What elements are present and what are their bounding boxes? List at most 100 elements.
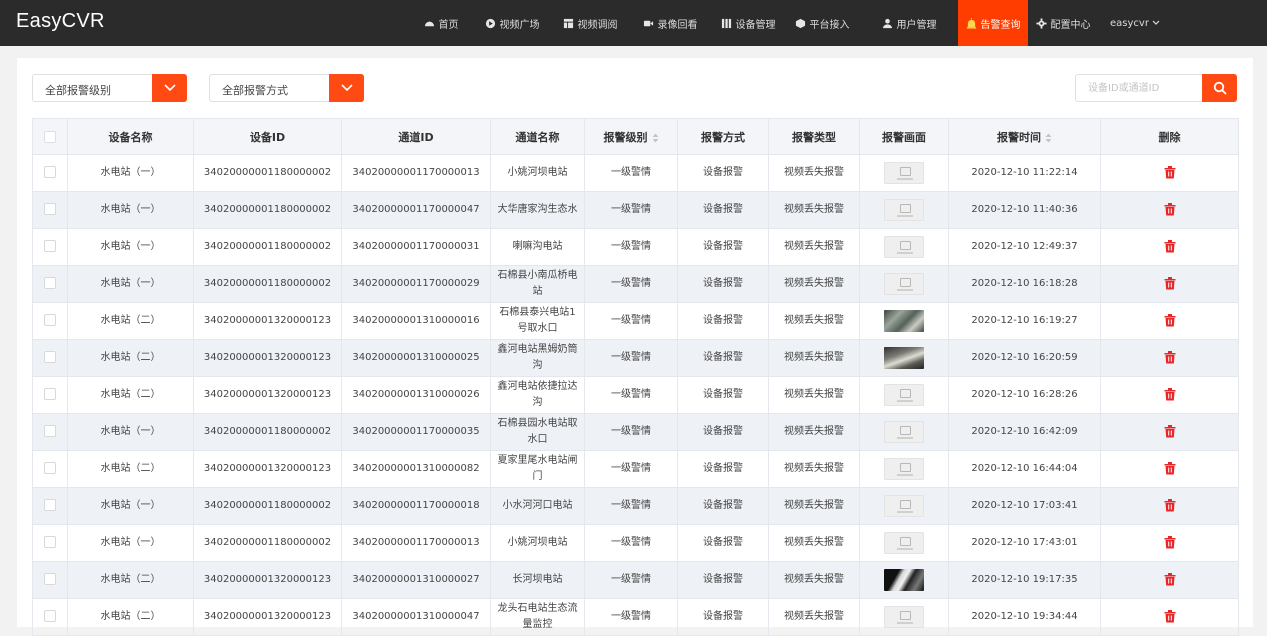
row-checkbox[interactable] [44,499,56,511]
alarm-snapshot-thumbnail[interactable] [884,384,924,406]
alarm-snapshot-thumbnail[interactable] [884,421,924,443]
table-row[interactable]: 水电站（二） 34020000001320000123 34020000001310… [32,450,1239,488]
alarm-snapshot-thumbnail[interactable] [884,310,924,332]
alarm-level-cell: 一级警情 [584,154,678,192]
table-row[interactable]: 水电站（二） 34020000001320000123 34020000001310… [32,561,1239,599]
row-select-cell [32,191,68,229]
row-select-cell [32,598,68,636]
nav-item-1[interactable]: 视频广场 [472,0,552,46]
alarm-snapshot-thumbnail[interactable] [884,162,924,184]
alarm-method-dropdown-button[interactable] [329,74,364,102]
table-row[interactable]: 水电站（一） 34020000001180000002 34020000001170… [32,524,1239,562]
sort-icon[interactable] [652,133,659,143]
row-select-cell [32,413,68,451]
delete-button[interactable] [1164,424,1176,437]
alarm-level-select[interactable]: 全部报警级别 [32,74,187,102]
trash-icon [1164,535,1175,548]
row-checkbox[interactable] [44,166,56,178]
nav-item-5[interactable]: 平台接入 [784,0,860,46]
row-checkbox[interactable] [44,425,56,437]
table-row[interactable]: 水电站（二） 34020000001320000123 34020000001310… [32,339,1239,377]
alarm-image-cell [859,154,949,192]
channel-name-cell: 喇嘛沟电站 [490,228,585,266]
nav-item-4[interactable]: 设备管理 [712,0,784,46]
table-row[interactable]: 水电站（一） 34020000001180000002 34020000001170… [32,154,1239,192]
table-row[interactable]: 水电站（二） 34020000001320000123 34020000001310… [32,598,1239,636]
nav-item-2[interactable]: 视频调阅 [552,0,628,46]
alarm-method-select[interactable]: 全部报警方式 [209,74,364,102]
alarm-level-cell: 一级警情 [584,228,678,266]
delete-button[interactable] [1164,313,1176,326]
nav-item-3[interactable]: 录像回看 [628,0,712,46]
table-row[interactable]: 水电站（二） 34020000001320000123 34020000001310… [32,302,1239,340]
alarm-snapshot-thumbnail[interactable] [884,569,924,591]
search-input[interactable] [1076,75,1204,101]
delete-button[interactable] [1164,387,1176,400]
row-checkbox[interactable] [44,314,56,326]
alarm-type-cell: 视频丢失报警 [768,598,860,636]
delete-button[interactable] [1164,165,1176,178]
alarm-snapshot-thumbnail[interactable] [884,532,924,554]
table-row[interactable]: 水电站（二） 34020000001320000123 34020000001310… [32,376,1239,414]
delete-button[interactable] [1164,276,1176,289]
alarm-icon [966,17,976,29]
row-checkbox[interactable] [44,240,56,252]
alarm-level-dropdown-button[interactable] [152,74,187,102]
alarm-snapshot-thumbnail[interactable] [884,458,924,480]
device-icon [721,18,731,28]
delete-button[interactable] [1164,202,1176,215]
device-name-cell: 水电站（二） [67,302,194,340]
alarm-snapshot-thumbnail[interactable] [884,199,924,221]
table-row[interactable]: 水电站（一） 34020000001180000002 34020000001170… [32,228,1239,266]
search-box [1075,74,1237,102]
app-logo[interactable]: EasyCVR [16,10,105,33]
col-alarm-level[interactable]: 报警级别 [584,118,678,155]
delete-button[interactable] [1164,609,1176,622]
row-checkbox[interactable] [44,536,56,548]
sort-icon[interactable] [1045,133,1052,143]
alarm-snapshot-thumbnail[interactable] [884,273,924,295]
alarm-snapshot-thumbnail[interactable] [884,347,924,369]
device-name-cell: 水电站（一） [67,228,194,266]
alarm-snapshot-thumbnail[interactable] [884,606,924,628]
row-checkbox[interactable] [44,203,56,215]
channel-id-cell: 34020000001310000027 [341,561,491,599]
table-row[interactable]: 水电站（一） 34020000001180000002 34020000001170… [32,413,1239,451]
select-all-cell [32,118,68,155]
nav-item-label: 录像回看 [657,19,698,31]
alarm-method-cell: 设备报警 [677,450,769,488]
delete-button[interactable] [1164,350,1176,363]
nav-item-label: 平台接入 [809,19,850,31]
row-checkbox[interactable] [44,351,56,363]
delete-cell [1100,450,1239,488]
row-checkbox[interactable] [44,462,56,474]
col-alarm-time[interactable]: 报警时间 [948,118,1101,155]
delete-button[interactable] [1164,535,1176,548]
table-row[interactable]: 水电站（一） 34020000001180000002 34020000001170… [32,191,1239,229]
alarm-snapshot-thumbnail[interactable] [884,236,924,258]
row-checkbox[interactable] [44,573,56,585]
select-all-checkbox[interactable] [44,131,56,143]
nav-item-6[interactable]: 用户管理 [860,0,958,46]
row-checkbox[interactable] [44,388,56,400]
user-menu[interactable]: easycvr [1110,0,1160,46]
device-name-cell: 水电站（一） [67,524,194,562]
alarm-time-cell: 2020-12-10 16:20:59 [948,339,1101,377]
table-row[interactable]: 水电站（一） 34020000001180000002 34020000001170… [32,487,1239,525]
search-button[interactable] [1202,74,1237,102]
nav-item-8[interactable]: 配置中心 [1028,0,1098,46]
table-row[interactable]: 水电站（一） 34020000001180000002 34020000001170… [32,265,1239,303]
delete-button[interactable] [1164,239,1176,252]
row-select-cell [32,450,68,488]
channel-name-cell: 石棉县小南瓜桥电站 [490,265,585,303]
alarm-level-cell: 一级警情 [584,450,678,488]
delete-button[interactable] [1164,572,1176,585]
row-checkbox[interactable] [44,277,56,289]
nav-item-0[interactable]: 首页 [410,0,472,46]
alarm-type-cell: 视频丢失报警 [768,228,860,266]
delete-button[interactable] [1164,461,1176,474]
row-checkbox[interactable] [44,610,56,622]
delete-button[interactable] [1164,498,1176,511]
alarm-snapshot-thumbnail[interactable] [884,495,924,517]
nav-item-7[interactable]: 告警查询 [958,0,1028,46]
